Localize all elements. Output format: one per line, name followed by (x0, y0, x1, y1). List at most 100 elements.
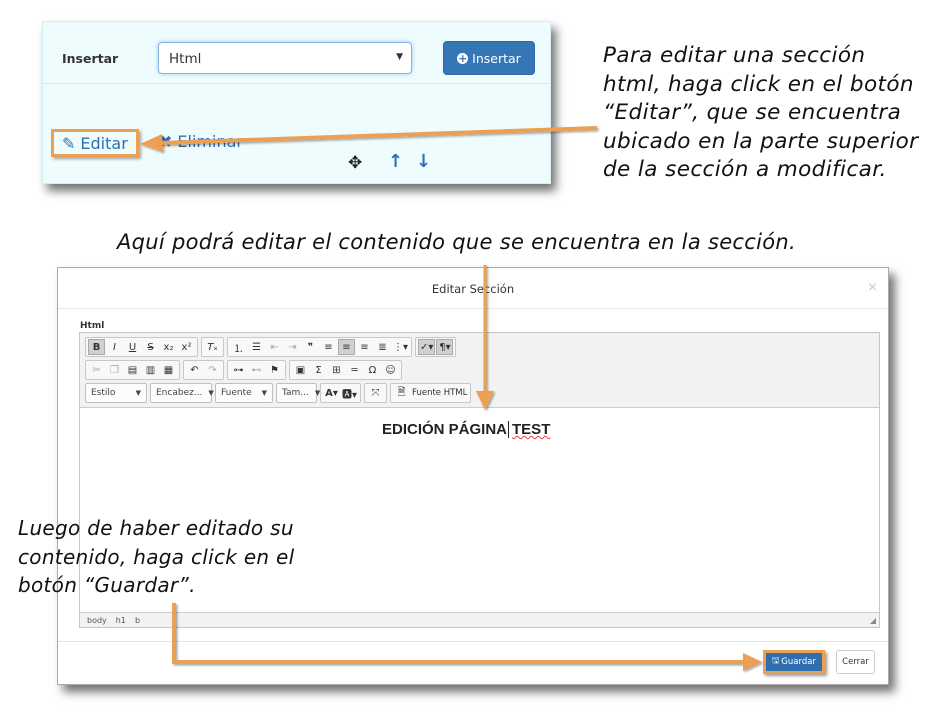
chevron-down-icon: ▼ (396, 52, 403, 62)
paste-text-icon[interactable]: ▥ (142, 362, 159, 378)
path-b[interactable]: b (135, 616, 140, 625)
link-icon[interactable]: ⊶ (230, 362, 247, 378)
insert-group: ▣ Σ ⊞ ═ Ω ☺ (289, 360, 402, 380)
anchor-flag-icon[interactable]: ⚑ (266, 362, 283, 378)
spellcheck-group: ✓▾ ¶▾ (415, 337, 457, 357)
scayt-icon[interactable]: ¶▾ (436, 339, 454, 355)
undo-group: ↶ ↷ (183, 360, 224, 380)
html-field-label: Html (80, 321, 105, 331)
indent-icon[interactable]: ⇥ (284, 339, 301, 355)
heading-text-1: EDICIÓN PÁGINA (382, 421, 508, 438)
list-group: ⒈ ☰ ⇤ ⇥ ❞ ≡ ≡ ≡ ≣ ⋮▾ (227, 337, 413, 357)
heading-combo[interactable]: Encabez... ▼ (150, 383, 214, 403)
edit-button[interactable]: ✎ Editar (51, 129, 139, 157)
toolbar-row-3: Estilo ▼ Encabez... ▼ Fuente ▼ Tam... ▼ A ▾ 🅰… (85, 383, 472, 403)
delete-button-label: Eliminar (177, 132, 243, 151)
close-button[interactable]: Cerrar (836, 650, 875, 674)
link-group: ⊶ ⊷ ⚑ (227, 360, 286, 380)
maximize-group: ⤧ (364, 383, 388, 403)
modal-close-icon[interactable]: × (867, 280, 878, 295)
strikethrough-icon[interactable]: S (142, 339, 159, 355)
editor-toolbar: B I U S x₂ x² Tₓ ⒈ ☰ ⇤ ⇥ ❞ ≡ ≡ ≡ ≣ ⋮▾ ✓▾… (80, 333, 879, 408)
modal-title: Editar Sección (431, 282, 515, 296)
size-combo[interactable]: Tam... ▼ (276, 383, 320, 403)
table-icon[interactable]: ⊞ (328, 362, 345, 378)
redo-icon[interactable]: ↷ (204, 362, 221, 378)
insert-button[interactable]: + Insertar (443, 41, 535, 75)
font-combo[interactable]: Fuente ▼ (215, 383, 273, 403)
path-body[interactable]: body (87, 616, 107, 625)
chevron-down-icon: ▼ (261, 389, 267, 397)
insert-type-select[interactable]: Html ▼ (158, 42, 412, 74)
style-combo[interactable]: Estilo ▼ (85, 383, 147, 403)
text-color-icon[interactable]: A ▾ (323, 385, 340, 401)
clipboard-group: ✂ ❐ ▤ ▥ ▦ (85, 360, 180, 380)
cut-icon[interactable]: ✂ (88, 362, 105, 378)
toolbar-row-2: ✂ ❐ ▤ ▥ ▦ ↶ ↷ ⊶ ⊷ ⚑ ▣ Σ ⊞ ═ Ω ☺ (85, 360, 402, 380)
arrow-down-icon[interactable]: ↓ (416, 151, 431, 172)
special-char-icon[interactable]: Ω (364, 362, 381, 378)
bg-color-icon[interactable]: 🅰▾ (341, 385, 358, 401)
pencil-icon: ✎ (62, 133, 76, 153)
align-left-icon[interactable]: ≡ (320, 339, 337, 355)
plus-circle-icon: + (457, 51, 469, 65)
heading-combo-label: Encabez... (156, 388, 203, 398)
delete-button[interactable]: ✖ Eliminar (159, 132, 243, 151)
unlink-icon[interactable]: ⊷ (248, 362, 265, 378)
toolbar-row-1: B I U S x₂ x² Tₓ ⒈ ☰ ⇤ ⇥ ❞ ≡ ≡ ≡ ≣ ⋮▾ ✓▾… (85, 337, 457, 357)
underline-icon[interactable]: U (124, 339, 141, 355)
section-panel: Insertar Html ▼ + Insertar ✎ Editar ✖ El… (42, 21, 551, 184)
align-justify-icon[interactable]: ≣ (374, 339, 391, 355)
modal-footer-divider (58, 641, 888, 642)
spellcheck-icon[interactable]: ✓▾ (418, 339, 436, 355)
chevron-down-icon: ▼ (135, 389, 141, 397)
math-icon[interactable]: Σ (310, 362, 327, 378)
move-icon[interactable]: ✥ (348, 153, 362, 173)
modal-header-divider (58, 308, 888, 309)
edit-button-label: Editar (80, 133, 128, 153)
edit-section-modal: Editar Sección × Html B I U S x₂ x² Tₓ ⒈ (57, 267, 889, 685)
align-center-icon[interactable]: ≡ (338, 339, 355, 355)
copy-icon[interactable]: ❐ (106, 362, 123, 378)
path-h1[interactable]: h1 (116, 616, 126, 625)
remove-format-icon[interactable]: Tₓ (204, 339, 221, 355)
font-combo-label: Fuente (221, 388, 252, 398)
insert-type-value: Html (169, 51, 202, 67)
color-group: A ▾ 🅰▾ (320, 383, 362, 403)
superscript-icon[interactable]: x² (178, 339, 195, 355)
size-combo-label: Tam... (282, 388, 309, 398)
clear-format-group: Tₓ (201, 337, 224, 357)
undo-icon[interactable]: ↶ (186, 362, 203, 378)
maximize-icon[interactable]: ⤧ (367, 385, 384, 401)
resize-handle-icon[interactable]: ◢ (870, 616, 876, 625)
italic-icon[interactable]: I (106, 339, 123, 355)
align-right-icon[interactable]: ≡ (356, 339, 373, 355)
close-icon: ✖ (159, 132, 173, 151)
save-button-label: Guardar (781, 657, 816, 667)
source-group: 🗎 Fuente HTML (390, 383, 472, 403)
subscript-icon[interactable]: x₂ (160, 339, 177, 355)
language-icon[interactable]: ⋮▾ (392, 339, 409, 355)
insert-button-label: Insertar (472, 50, 521, 66)
image-icon[interactable]: ▣ (292, 362, 309, 378)
numbered-list-icon[interactable]: ⒈ (230, 339, 247, 355)
smiley-icon[interactable]: ☺ (382, 362, 399, 378)
note-edit-instructions: Para editar una sección html, haga click… (603, 43, 919, 183)
arrow-up-icon[interactable]: ↑ (388, 151, 403, 172)
content-heading[interactable]: EDICIÓN PÁGINA TEST (382, 421, 550, 438)
outdent-icon[interactable]: ⇤ (266, 339, 283, 355)
paste-word-icon[interactable]: ▦ (160, 362, 177, 378)
blockquote-icon[interactable]: ❞ (302, 339, 319, 355)
chevron-down-icon: ▼ (208, 389, 214, 397)
editor-statusbar: body h1 b ◢ (80, 612, 879, 627)
bulleted-list-icon[interactable]: ☰ (248, 339, 265, 355)
bold-icon[interactable]: B (88, 339, 105, 355)
note-save-instructions: Luego de haber editado su contenido, hag… (18, 516, 295, 597)
paste-icon[interactable]: ▤ (124, 362, 141, 378)
source-icon: 🗎 (397, 386, 406, 398)
horizontal-line-icon[interactable]: ═ (346, 362, 363, 378)
save-button[interactable]: 🖫 Guardar (763, 650, 825, 674)
style-combo-label: Estilo (91, 388, 116, 398)
floppy-disk-icon: 🖫 (772, 656, 780, 666)
source-button[interactable]: Fuente HTML (411, 385, 468, 401)
